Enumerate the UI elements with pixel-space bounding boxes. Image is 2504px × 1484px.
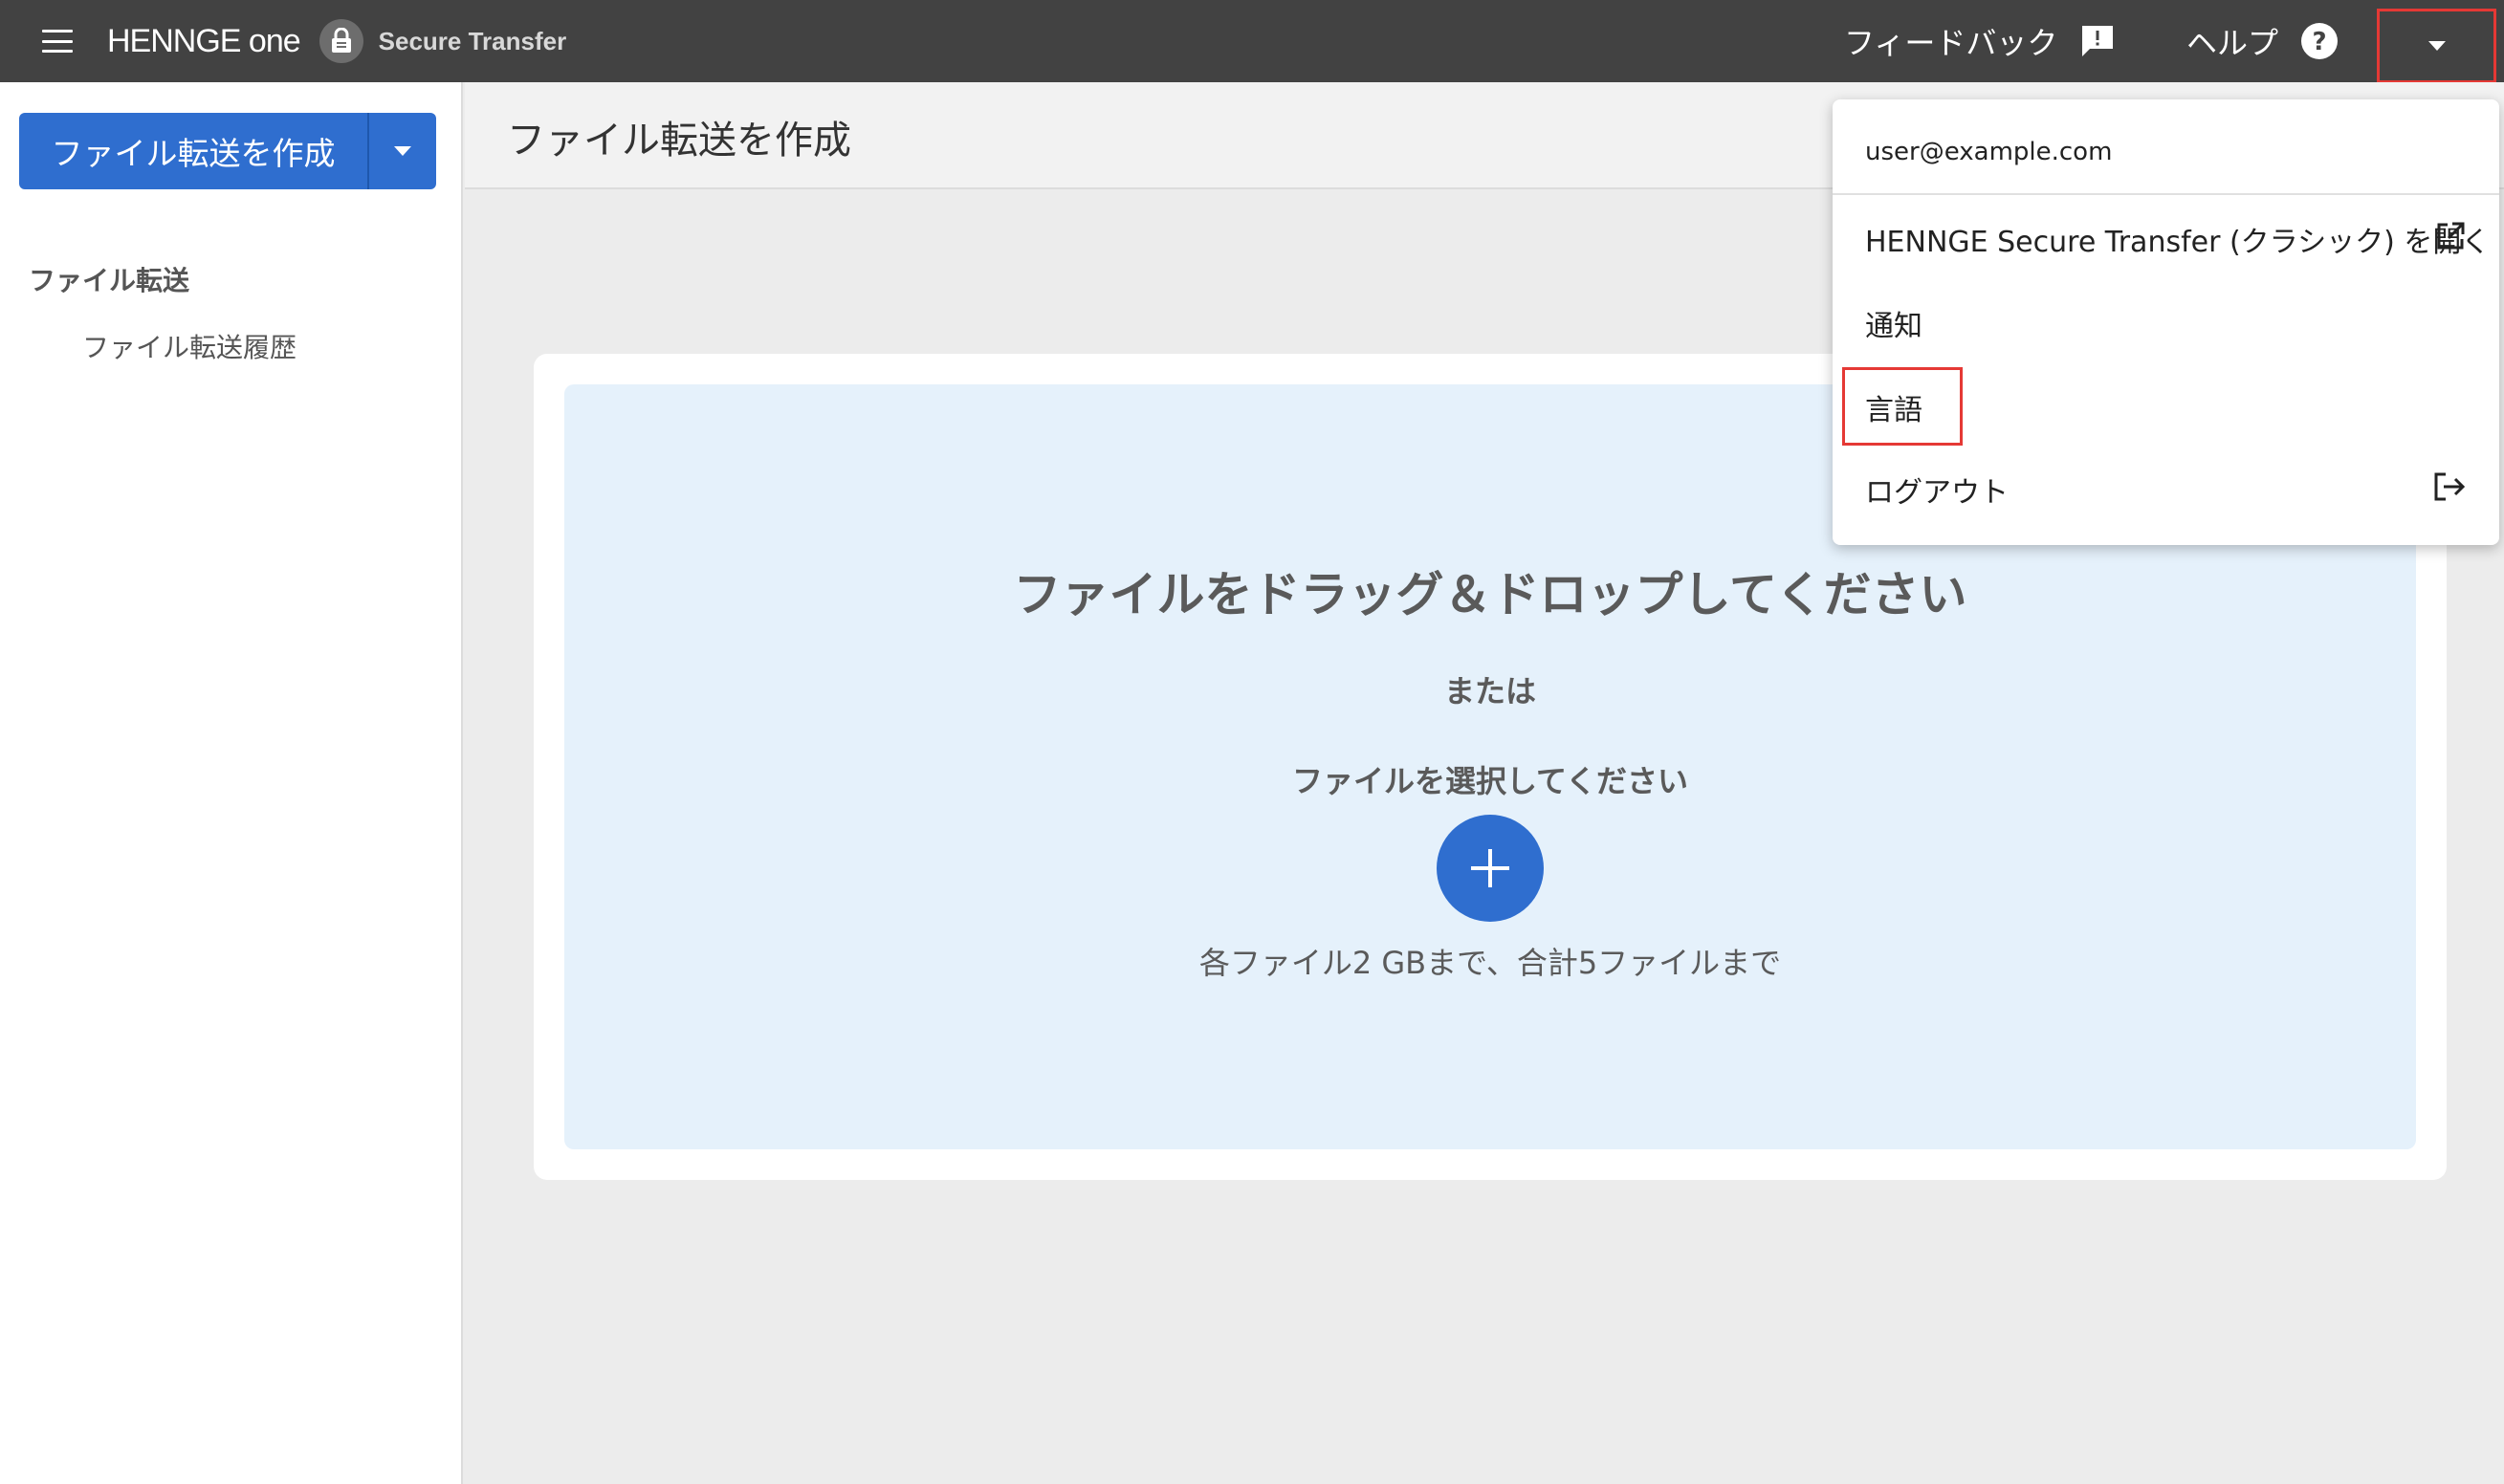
external-link-icon[interactable] (2434, 220, 2467, 256)
page-title: ファイル転送を作成 (507, 119, 851, 163)
sidebar: ファイル転送を作成 ファイル転送 ファイル転送履歴 (0, 82, 463, 1484)
dropzone-title: ファイルをドラッグ＆ドロップしてください (1013, 567, 1967, 622)
top-app-bar: HENNGE one Secure Transfer フィードバック ヘルプ ? (0, 0, 2504, 83)
account-menu-button[interactable] (2377, 9, 2496, 83)
create-transfer-button[interactable]: ファイル転送を作成 (19, 113, 367, 189)
menu-item-open-classic[interactable]: HENNGE Secure Transfer (クラシック) を開く (1865, 218, 2490, 260)
account-email: user@example.com (1865, 138, 2113, 166)
hamburger-menu-icon[interactable] (38, 25, 77, 57)
sidebar-item-transfer-history[interactable]: ファイル転送履歴 (82, 327, 297, 365)
brand-logo: HENNGE one (107, 22, 301, 59)
help-icon: ? (2299, 21, 2339, 61)
add-file-button[interactable] (1437, 815, 1544, 922)
file-limit-text: 各ファイル2 GBまで、合計5ファイルまで (1198, 945, 1782, 981)
feedback-icon (2078, 22, 2117, 60)
create-transfer-dropdown-button[interactable] (367, 113, 436, 189)
menu-item-logout[interactable]: ログアウト (1865, 469, 2009, 511)
logout-icon[interactable] (2432, 470, 2467, 507)
dropzone-select-text: ファイルを選択してください (1291, 763, 1689, 799)
menu-item-notifications[interactable]: 通知 (1865, 302, 1922, 344)
help-link[interactable]: ヘルプ ? (2186, 17, 2339, 65)
brand[interactable]: HENNGE one Secure Transfer (107, 17, 566, 65)
help-label: ヘルプ (2186, 25, 2279, 61)
nav-section-title: ファイル転送 (29, 265, 190, 296)
menu-item-language[interactable]: 言語 (1865, 386, 1922, 428)
create-transfer-split-button: ファイル転送を作成 (19, 113, 436, 189)
caret-down-icon (394, 146, 411, 156)
brand-product-name: Secure Transfer (378, 26, 567, 55)
plus-icon (1471, 849, 1509, 887)
dropzone-or-text: または (1443, 673, 1536, 709)
caret-down-icon (2427, 41, 2446, 51)
account-dropdown-menu: user@example.com HENNGE Secure Transfer … (1833, 99, 2499, 545)
svg-text:?: ? (2312, 28, 2326, 56)
menu-divider (1833, 193, 2499, 195)
feedback-link[interactable]: フィードバック (1844, 17, 2117, 65)
lock-icon (318, 19, 363, 63)
feedback-label: フィードバック (1844, 25, 2058, 61)
